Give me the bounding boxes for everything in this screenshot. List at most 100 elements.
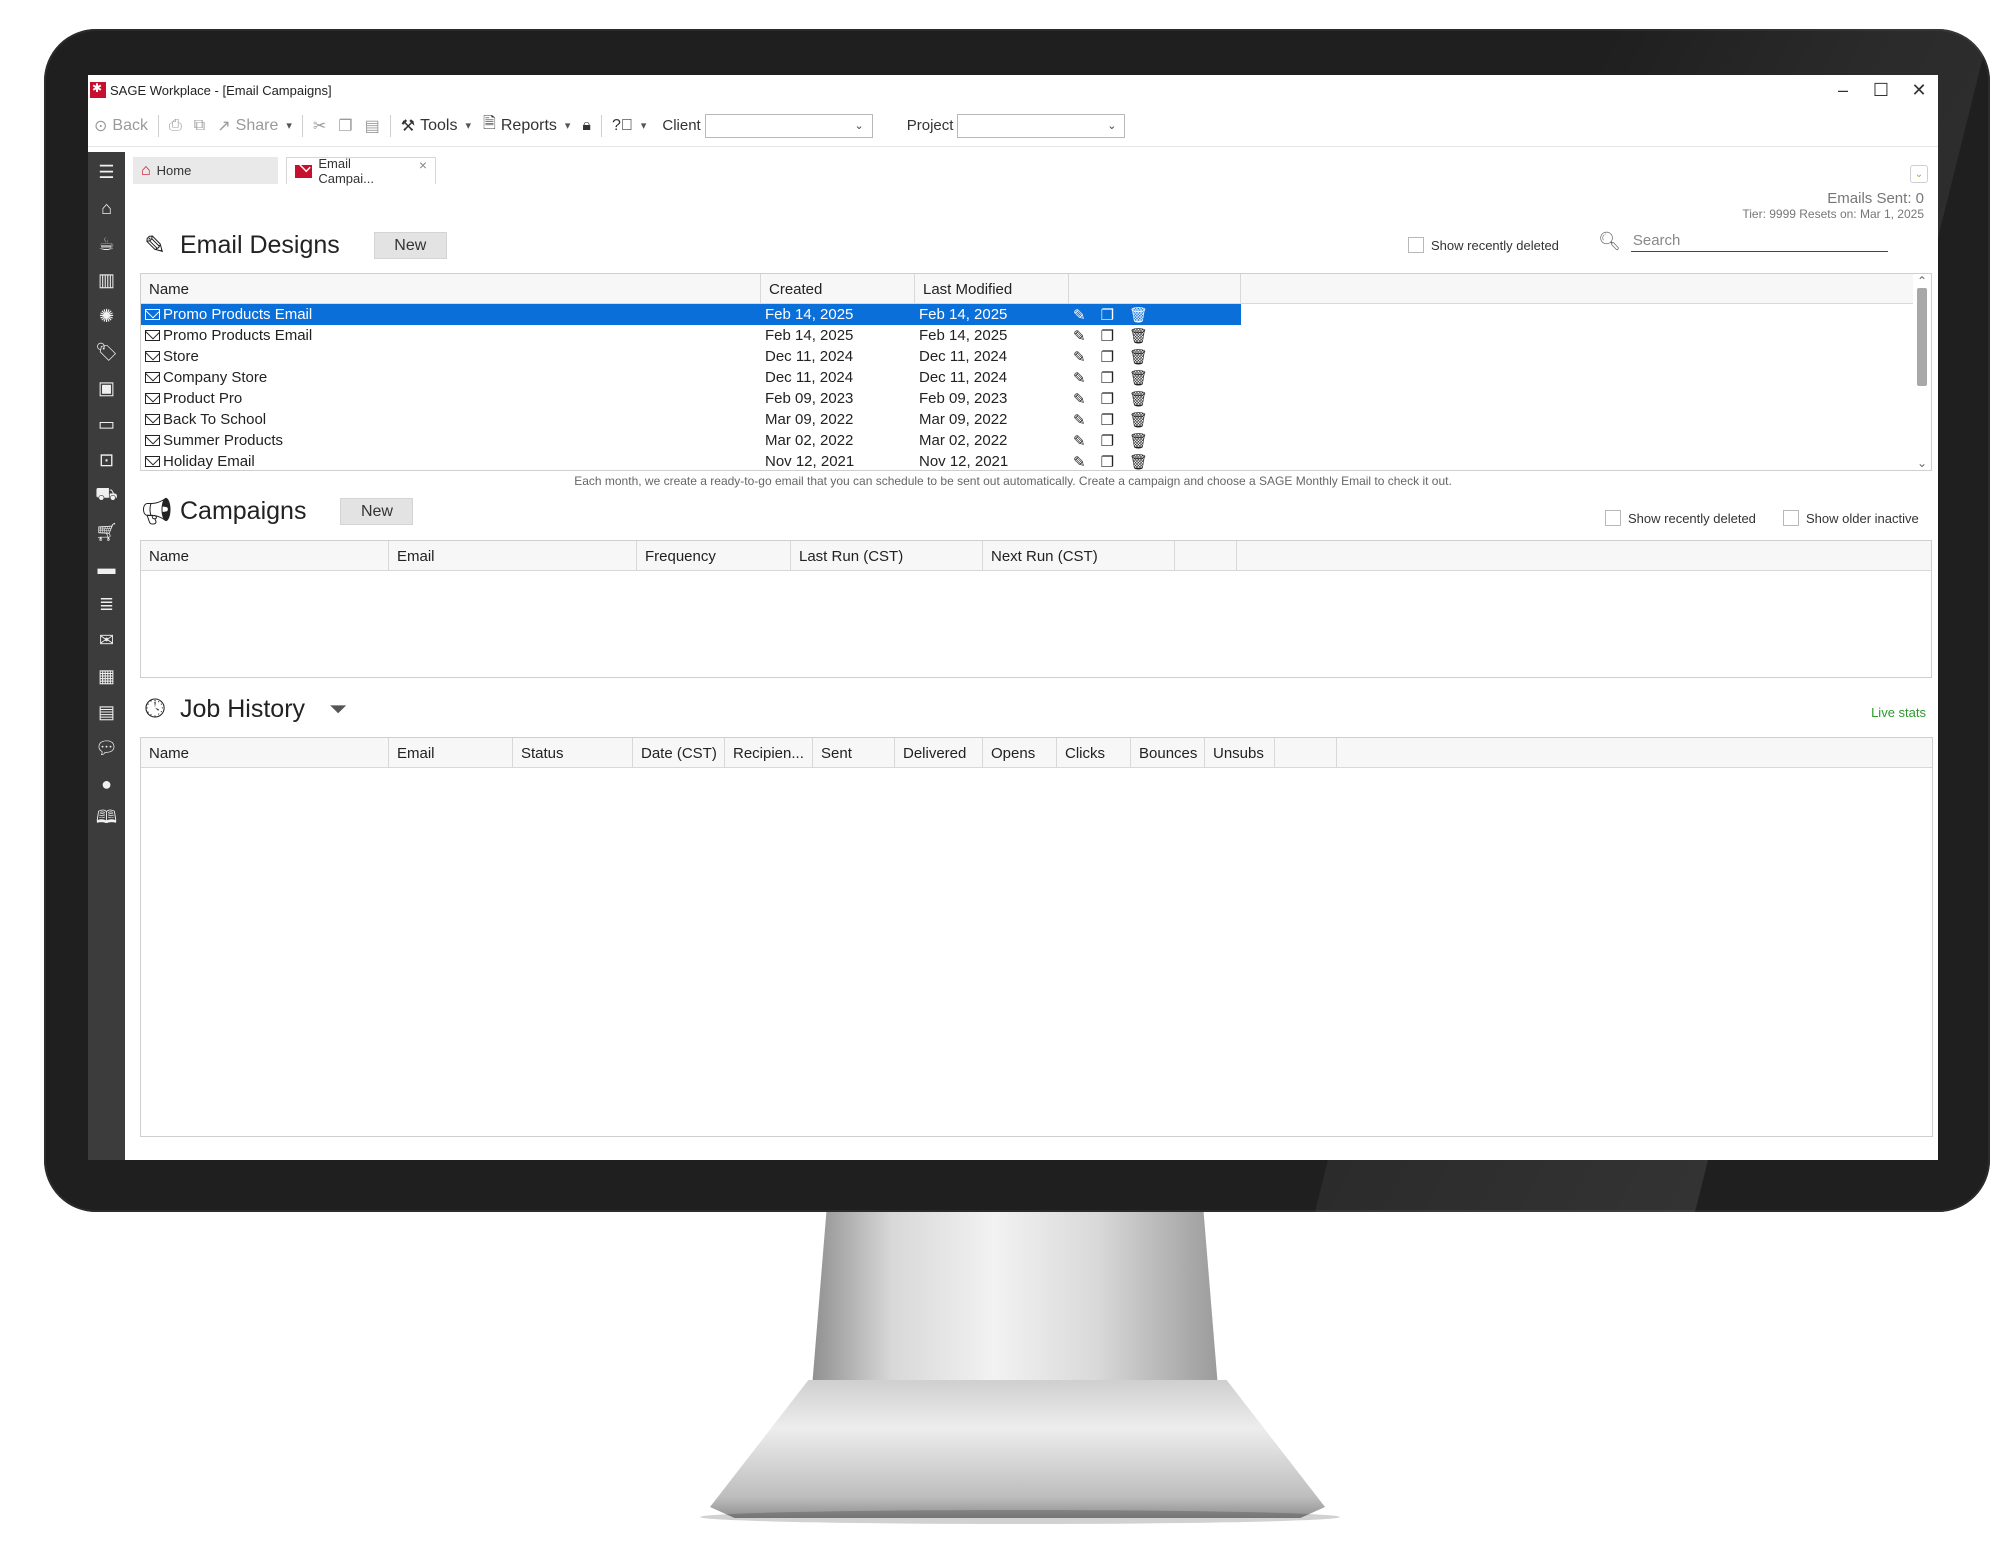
col-recipients-header[interactable]: Recipien...	[725, 738, 813, 768]
share-button[interactable]: ↗ Share ▾	[211, 111, 298, 141]
scroll-up-icon[interactable]: ⌃	[1917, 274, 1927, 288]
tab-email-campaigns[interactable]: Email Campai... ×	[286, 156, 436, 186]
trash-icon[interactable]: 🗑︎	[1129, 327, 1148, 345]
briefcase-icon[interactable]: ▭	[88, 406, 125, 442]
calculator-icon[interactable]: ▦	[88, 658, 125, 694]
lock-button[interactable]: 🔒︎	[576, 111, 597, 141]
paste-button[interactable]: ▤	[359, 111, 386, 141]
new-email-design-button[interactable]: New	[373, 232, 447, 259]
checkbox[interactable]	[1408, 237, 1424, 253]
table-row[interactable]: Store Dec 11, 2024 Dec 11, 2024 ✎ ❐ 🗑︎	[141, 346, 1241, 367]
back-button[interactable]: ⊙ Back	[88, 111, 154, 141]
col-name-header[interactable]: Name	[141, 541, 389, 571]
col-sent-header[interactable]: Sent	[813, 738, 895, 768]
table-row[interactable]: Summer Products Mar 02, 2022 Mar 02, 2022 ✎…	[141, 430, 1241, 451]
export-button[interactable]: ⧉	[188, 111, 211, 141]
col-delivered-header[interactable]: Delivered	[895, 738, 983, 768]
cut-button[interactable]: ✂	[307, 111, 332, 141]
copy-button[interactable]: ❐	[332, 111, 358, 141]
new-campaign-button[interactable]: New	[340, 498, 414, 525]
duplicate-icon[interactable]: ❐	[1101, 327, 1114, 345]
edit-icon[interactable]: ✎	[1073, 327, 1086, 345]
col-status-header[interactable]: Status	[513, 738, 633, 768]
edit-icon[interactable]: ✎	[1073, 348, 1086, 366]
checkbox[interactable]	[1605, 510, 1621, 526]
table-row[interactable]: Back To School Mar 09, 2022 Mar 09, 2022 ✎ ❐…	[141, 409, 1241, 430]
mail-icon[interactable]: ✉	[88, 622, 125, 658]
reports-menu[interactable]: 🗎 Reports ▾	[477, 111, 576, 141]
show-recently-deleted-campaigns[interactable]: Show recently deleted	[1605, 510, 1756, 526]
close-window-button[interactable]: ✕	[1900, 75, 1938, 105]
table-row[interactable]: Company Store Dec 11, 2024 Dec 11, 2024 ✎ ❐ 🗑…	[141, 367, 1241, 388]
col-bounces-header[interactable]: Bounces	[1131, 738, 1205, 768]
col-email-header[interactable]: Email	[389, 738, 513, 768]
calendar-icon[interactable]: ▤	[88, 694, 125, 730]
filter-icon[interactable]: ⏷	[323, 696, 353, 722]
help-menu[interactable]: ?⃝ ▾	[606, 111, 652, 141]
tab-home[interactable]: ⌂ Home	[133, 157, 278, 184]
col-unsubs-header[interactable]: Unsubs	[1205, 738, 1275, 768]
cart-icon[interactable]: 🛒︎	[88, 514, 125, 550]
trash-icon[interactable]: 🗑︎	[1129, 369, 1148, 387]
coffee-icon[interactable]: ☕︎	[88, 226, 125, 262]
trash-icon[interactable]: 🗑︎	[1129, 348, 1148, 366]
trash-icon[interactable]: 🗑︎	[1129, 411, 1148, 429]
collapse-panel-button[interactable]: ⌄	[1910, 165, 1928, 183]
table-row[interactable]: Promo Products Email Feb 14, 2025 Feb 14, …	[141, 325, 1241, 346]
credit-card-icon[interactable]: ▬	[88, 550, 125, 586]
duplicate-icon[interactable]: ❐	[1101, 348, 1114, 366]
trash-icon[interactable]: 🗑︎	[1129, 432, 1148, 450]
col-created-header[interactable]: Created	[761, 274, 915, 304]
duplicate-icon[interactable]: ❐	[1101, 390, 1114, 408]
edit-icon[interactable]: ✎	[1073, 432, 1086, 450]
show-older-inactive[interactable]: Show older inactive	[1783, 510, 1919, 526]
col-frequency-header[interactable]: Frequency	[637, 541, 791, 571]
trash-icon[interactable]: 🗑︎	[1129, 306, 1148, 324]
show-recently-deleted-designs[interactable]: Show recently deleted	[1408, 237, 1559, 253]
presentation-icon[interactable]: ⊡	[88, 442, 125, 478]
duplicate-icon[interactable]: ❐	[1101, 432, 1114, 450]
maximize-button[interactable]: ☐	[1862, 75, 1900, 105]
database-icon[interactable]: ≣	[88, 586, 125, 622]
edit-icon[interactable]: ✎	[1073, 306, 1086, 324]
scroll-down-icon[interactable]: ⌄	[1917, 456, 1927, 470]
id-card-icon[interactable]: ▣	[88, 370, 125, 406]
comment-icon[interactable]: ●	[88, 766, 125, 802]
col-clicks-header[interactable]: Clicks	[1057, 738, 1131, 768]
palette-icon[interactable]: ✺	[88, 298, 125, 334]
designs-scrollbar[interactable]: ⌃ ⌄	[1913, 274, 1931, 470]
duplicate-icon[interactable]: ❐	[1101, 369, 1114, 387]
book-icon[interactable]: 🕮	[88, 802, 125, 838]
project-dropdown[interactable]: ⌄	[957, 113, 1126, 138]
col-date-header[interactable]: Date (CST)	[633, 738, 725, 768]
duplicate-icon[interactable]: ❐	[1101, 411, 1114, 429]
tag-icon[interactable]: 🏷︎	[88, 334, 125, 370]
table-row[interactable]: Product Pro Feb 09, 2023 Feb 09, 2023 ✎ ❐ 🗑︎	[141, 388, 1241, 409]
duplicate-icon[interactable]: ❐	[1101, 306, 1114, 324]
col-last-modified-header[interactable]: Last Modified	[915, 274, 1069, 304]
edit-icon[interactable]: ✎	[1073, 411, 1086, 429]
trash-icon[interactable]: 🗑︎	[1129, 390, 1148, 408]
table-row[interactable]: Holiday Email Nov 12, 2021 Nov 12, 2021 ✎ ❐ 🗑…	[141, 451, 1241, 471]
checkbox[interactable]	[1783, 510, 1799, 526]
col-next-run-header[interactable]: Next Run (CST)	[983, 541, 1175, 571]
col-opens-header[interactable]: Opens	[983, 738, 1057, 768]
edit-icon[interactable]: ✎	[1073, 369, 1086, 387]
col-name-header[interactable]: Name	[141, 738, 389, 768]
edit-icon[interactable]: ✎	[1073, 453, 1086, 471]
live-stats-link[interactable]: Live stats	[1871, 705, 1926, 720]
home-icon[interactable]: ⌂	[88, 190, 125, 226]
trash-icon[interactable]: 🗑︎	[1129, 453, 1148, 471]
close-tab-icon[interactable]: ×	[419, 157, 427, 173]
duplicate-icon[interactable]: ❐	[1101, 453, 1114, 471]
chat-icon[interactable]: 💬︎	[88, 730, 125, 766]
search-input[interactable]	[1630, 230, 1888, 252]
tools-menu[interactable]: ⚒ Tools ▾	[395, 111, 477, 141]
edit-icon[interactable]: ✎	[1073, 390, 1086, 408]
minimize-button[interactable]: –	[1824, 75, 1862, 105]
table-row[interactable]: Promo Products Email Feb 14, 2025 Feb 14, …	[141, 304, 1241, 325]
menu-icon[interactable]: ☰	[88, 154, 125, 190]
client-dropdown[interactable]: ⌄	[704, 113, 873, 138]
col-name-header[interactable]: Name	[141, 274, 761, 304]
scroll-thumb[interactable]	[1917, 288, 1927, 386]
